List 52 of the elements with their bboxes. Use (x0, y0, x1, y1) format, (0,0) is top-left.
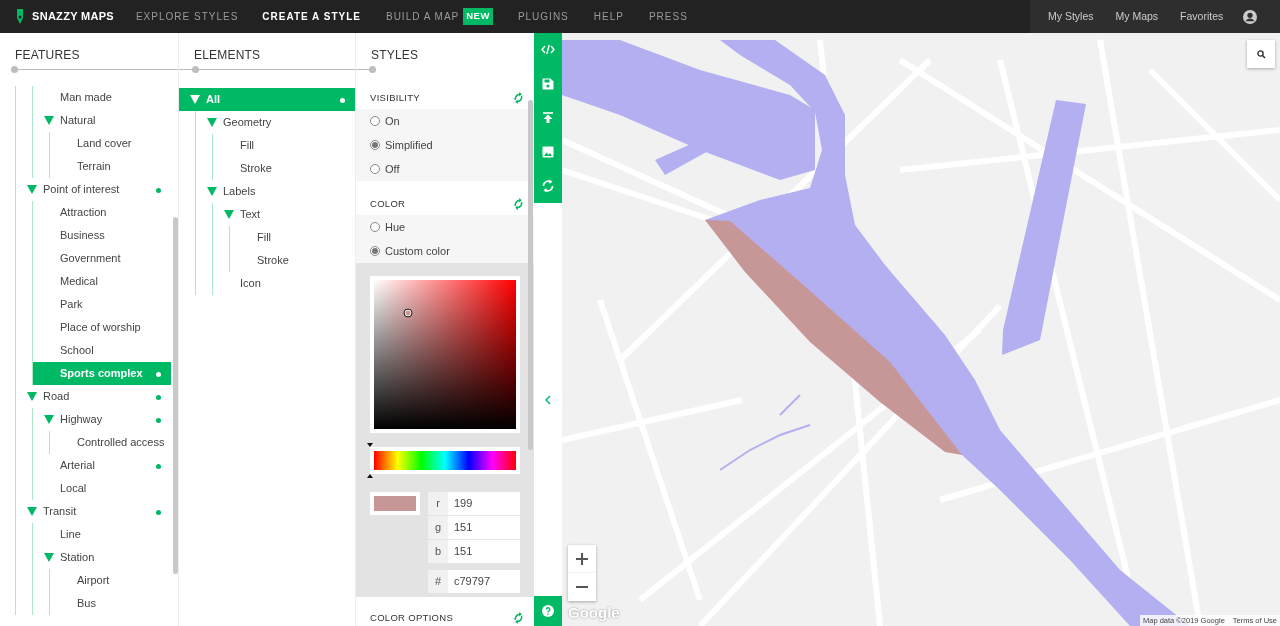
nav-link[interactable]: Favorites (1180, 8, 1224, 25)
tree-item[interactable]: Terrain (50, 155, 171, 178)
tree-item[interactable]: Highway (33, 408, 171, 431)
tree-item[interactable]: Stroke (213, 157, 355, 180)
nav-link[interactable]: My Styles (1048, 8, 1094, 25)
tree-item[interactable]: Airport (50, 569, 171, 592)
tree-item[interactable]: Geometry (196, 111, 355, 134)
tree-item[interactable]: Stroke (230, 249, 355, 272)
nav-link[interactable]: PRESS (648, 9, 688, 24)
tree-item[interactable]: Business (33, 224, 171, 247)
tree-item[interactable]: Fill (230, 226, 355, 249)
tree-item[interactable]: Arterial (33, 454, 171, 477)
tree-item[interactable]: Road (16, 385, 171, 408)
radio-label[interactable]: On (385, 112, 400, 130)
tree-item[interactable]: Icon (213, 272, 355, 295)
step-title: STYLES (370, 47, 420, 64)
tree-item[interactable]: Park (33, 293, 171, 316)
tree-item[interactable]: Transit (16, 500, 171, 523)
tree-item[interactable]: School (33, 339, 171, 362)
nav-link[interactable]: HELP (593, 9, 624, 24)
nav-link[interactable]: BUILD A MAP (385, 9, 460, 24)
tree-item[interactable]: Government (33, 247, 171, 270)
tree-item[interactable]: Place of worship (33, 316, 171, 339)
section-title: VISIBILITY (370, 90, 420, 105)
tree-item[interactable]: Text (213, 203, 355, 226)
tree-item[interactable]: Bus (50, 592, 171, 615)
tree-item[interactable]: Man made (33, 86, 171, 109)
tree-item[interactable]: Natural (33, 109, 171, 132)
section-title: COLOR OPTIONS (370, 610, 454, 625)
radio-label[interactable]: Hue (385, 218, 406, 236)
nav-link[interactable]: CREATE A STYLE (262, 9, 361, 24)
tree-item[interactable]: Point of interest (16, 178, 171, 201)
nav-link[interactable]: PLUGINS (517, 9, 569, 24)
tree-item[interactable]: Fill (213, 134, 355, 157)
tree-item[interactable]: Attraction (33, 201, 171, 224)
tree-item[interactable]: Controlled access (50, 431, 171, 454)
radio-label[interactable]: Custom color (385, 242, 450, 260)
step-title: ELEMENTS (193, 47, 262, 64)
step-title: FEATURES (14, 47, 81, 64)
nav-link[interactable]: My Maps (1115, 8, 1159, 25)
radio-label[interactable]: Off (385, 160, 400, 178)
tree-item[interactable]: Labels (196, 180, 355, 203)
tree-item[interactable]: Line (33, 523, 171, 546)
nav-link[interactable]: EXPLORE STYLES (135, 9, 239, 24)
radio-label[interactable]: Simplified (385, 136, 433, 154)
tree-item[interactable]: Local (33, 477, 171, 500)
tree-item[interactable]: Land cover (50, 132, 171, 155)
tree-item[interactable]: Station (33, 546, 171, 569)
tree-item[interactable]: Medical (33, 270, 171, 293)
new-badge: NEW (463, 8, 493, 25)
section-title: COLOR (370, 196, 406, 211)
logo[interactable]: SNAZZY MAPS (0, 8, 114, 25)
